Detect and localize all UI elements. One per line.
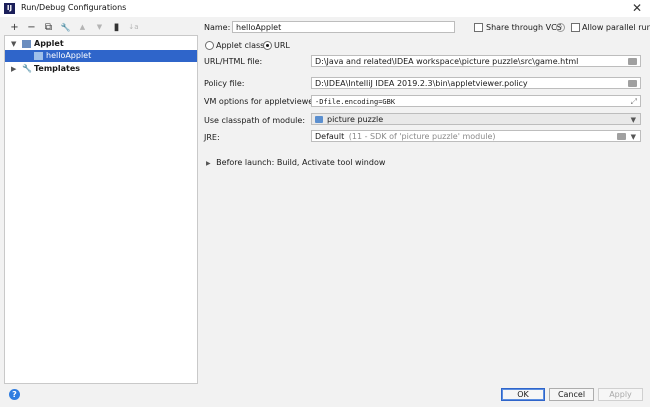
expand-icon[interactable]: ⤢ bbox=[631, 96, 637, 106]
classpath-module-dropdown[interactable]: picture puzzle ▼ bbox=[311, 113, 641, 125]
help-question-icon[interactable]: ? bbox=[556, 23, 565, 32]
tree-node-templates-label: Templates bbox=[34, 64, 81, 73]
browse-folder-icon[interactable] bbox=[628, 58, 637, 65]
vm-options-input[interactable]: -Dfile.encoding=GBK ⤢ bbox=[311, 95, 641, 107]
name-label: Name: bbox=[204, 23, 231, 32]
chevron-right-icon[interactable]: ▶ bbox=[11, 63, 16, 75]
move-up-icon[interactable]: ▲ bbox=[76, 21, 89, 34]
apply-button[interactable]: Apply bbox=[598, 388, 643, 401]
jre-label: JRE: bbox=[204, 133, 220, 142]
cancel-button[interactable]: Cancel bbox=[549, 388, 594, 401]
allow-parallel-label: Allow parallel run bbox=[582, 23, 650, 32]
tree-node-applet[interactable]: ▼ Applet bbox=[5, 38, 197, 50]
name-input[interactable]: helloApplet bbox=[232, 21, 455, 33]
applet-icon bbox=[22, 40, 31, 48]
share-vcs-checkbox[interactable] bbox=[474, 23, 483, 32]
classpath-module-label: Use classpath of module: bbox=[204, 116, 306, 125]
share-vcs-label: Share through VCS bbox=[486, 23, 562, 32]
url-file-label: URL/HTML file: bbox=[204, 57, 263, 66]
chevron-down-icon[interactable]: ▼ bbox=[631, 131, 636, 141]
classpath-module-value: picture puzzle bbox=[327, 115, 384, 124]
before-launch-label: Before launch: Build, Activate tool wind… bbox=[216, 158, 386, 167]
jre-dropdown[interactable]: Default (11 - SDK of 'picture puzzle' mo… bbox=[311, 130, 641, 142]
window-title: Run/Debug Configurations bbox=[21, 3, 127, 12]
url-radio-label: URL bbox=[274, 41, 290, 50]
policy-file-label: Policy file: bbox=[204, 79, 245, 88]
copy-icon[interactable]: ⧉ bbox=[42, 21, 55, 34]
configuration-tree[interactable]: ▼ Applet helloApplet ▶ 🔧 Templates bbox=[4, 35, 198, 384]
jre-value-detail: (11 - SDK of 'picture puzzle' module) bbox=[348, 132, 496, 141]
intellij-app-icon: IJ bbox=[4, 3, 15, 14]
browse-folder-icon[interactable] bbox=[617, 133, 626, 140]
sort-icon[interactable]: ↓a bbox=[127, 21, 140, 34]
chevron-down-icon[interactable]: ▼ bbox=[631, 114, 636, 124]
vm-options-label: VM options for appletviewer: bbox=[204, 97, 319, 106]
policy-file-input[interactable]: D:\IDEA\IntelliJ IDEA 2019.2.3\bin\apple… bbox=[311, 77, 641, 89]
before-launch-section[interactable]: ▶ Before launch: Build, Activate tool wi… bbox=[206, 158, 385, 167]
allow-parallel-checkbox[interactable] bbox=[571, 23, 580, 32]
tree-node-applet-label: Applet bbox=[34, 39, 64, 48]
vm-options-value: -Dfile.encoding=GBK bbox=[315, 98, 396, 106]
applet-class-label: Applet class bbox=[216, 41, 265, 50]
browse-folder-icon[interactable] bbox=[628, 80, 637, 87]
url-file-value: D:\Java and related\IDEA workspace\pictu… bbox=[315, 57, 579, 66]
url-file-input[interactable]: D:\Java and related\IDEA workspace\pictu… bbox=[311, 55, 641, 67]
remove-icon[interactable]: − bbox=[25, 21, 38, 34]
title-bar: IJ Run/Debug Configurations ✕ bbox=[0, 0, 650, 17]
wrench-templates-icon: 🔧 bbox=[22, 64, 32, 73]
tree-node-helloapplet[interactable]: helloApplet bbox=[5, 50, 197, 62]
close-icon[interactable]: ✕ bbox=[632, 1, 642, 15]
applet-config-icon bbox=[34, 52, 43, 60]
tree-node-templates[interactable]: ▶ 🔧 Templates bbox=[5, 63, 197, 75]
chevron-right-icon[interactable]: ▶ bbox=[206, 160, 211, 167]
applet-class-radio[interactable] bbox=[205, 41, 214, 50]
move-down-icon[interactable]: ▼ bbox=[93, 21, 106, 34]
config-toolbar: + − ⧉ 🔧 ▲ ▼ ▮ ↓a bbox=[8, 20, 140, 34]
module-icon bbox=[315, 116, 323, 123]
url-radio[interactable] bbox=[263, 41, 272, 50]
policy-file-value: D:\IDEA\IntelliJ IDEA 2019.2.3\bin\apple… bbox=[315, 79, 528, 88]
folder-icon[interactable]: ▮ bbox=[110, 21, 123, 34]
wrench-icon[interactable]: 🔧 bbox=[59, 21, 72, 34]
add-icon[interactable]: + bbox=[8, 21, 21, 34]
ok-button[interactable]: OK bbox=[501, 388, 545, 401]
help-icon[interactable]: ? bbox=[9, 389, 20, 400]
tree-node-helloapplet-label: helloApplet bbox=[46, 51, 92, 60]
jre-value-main: Default bbox=[315, 132, 345, 141]
chevron-down-icon[interactable]: ▼ bbox=[11, 38, 16, 50]
